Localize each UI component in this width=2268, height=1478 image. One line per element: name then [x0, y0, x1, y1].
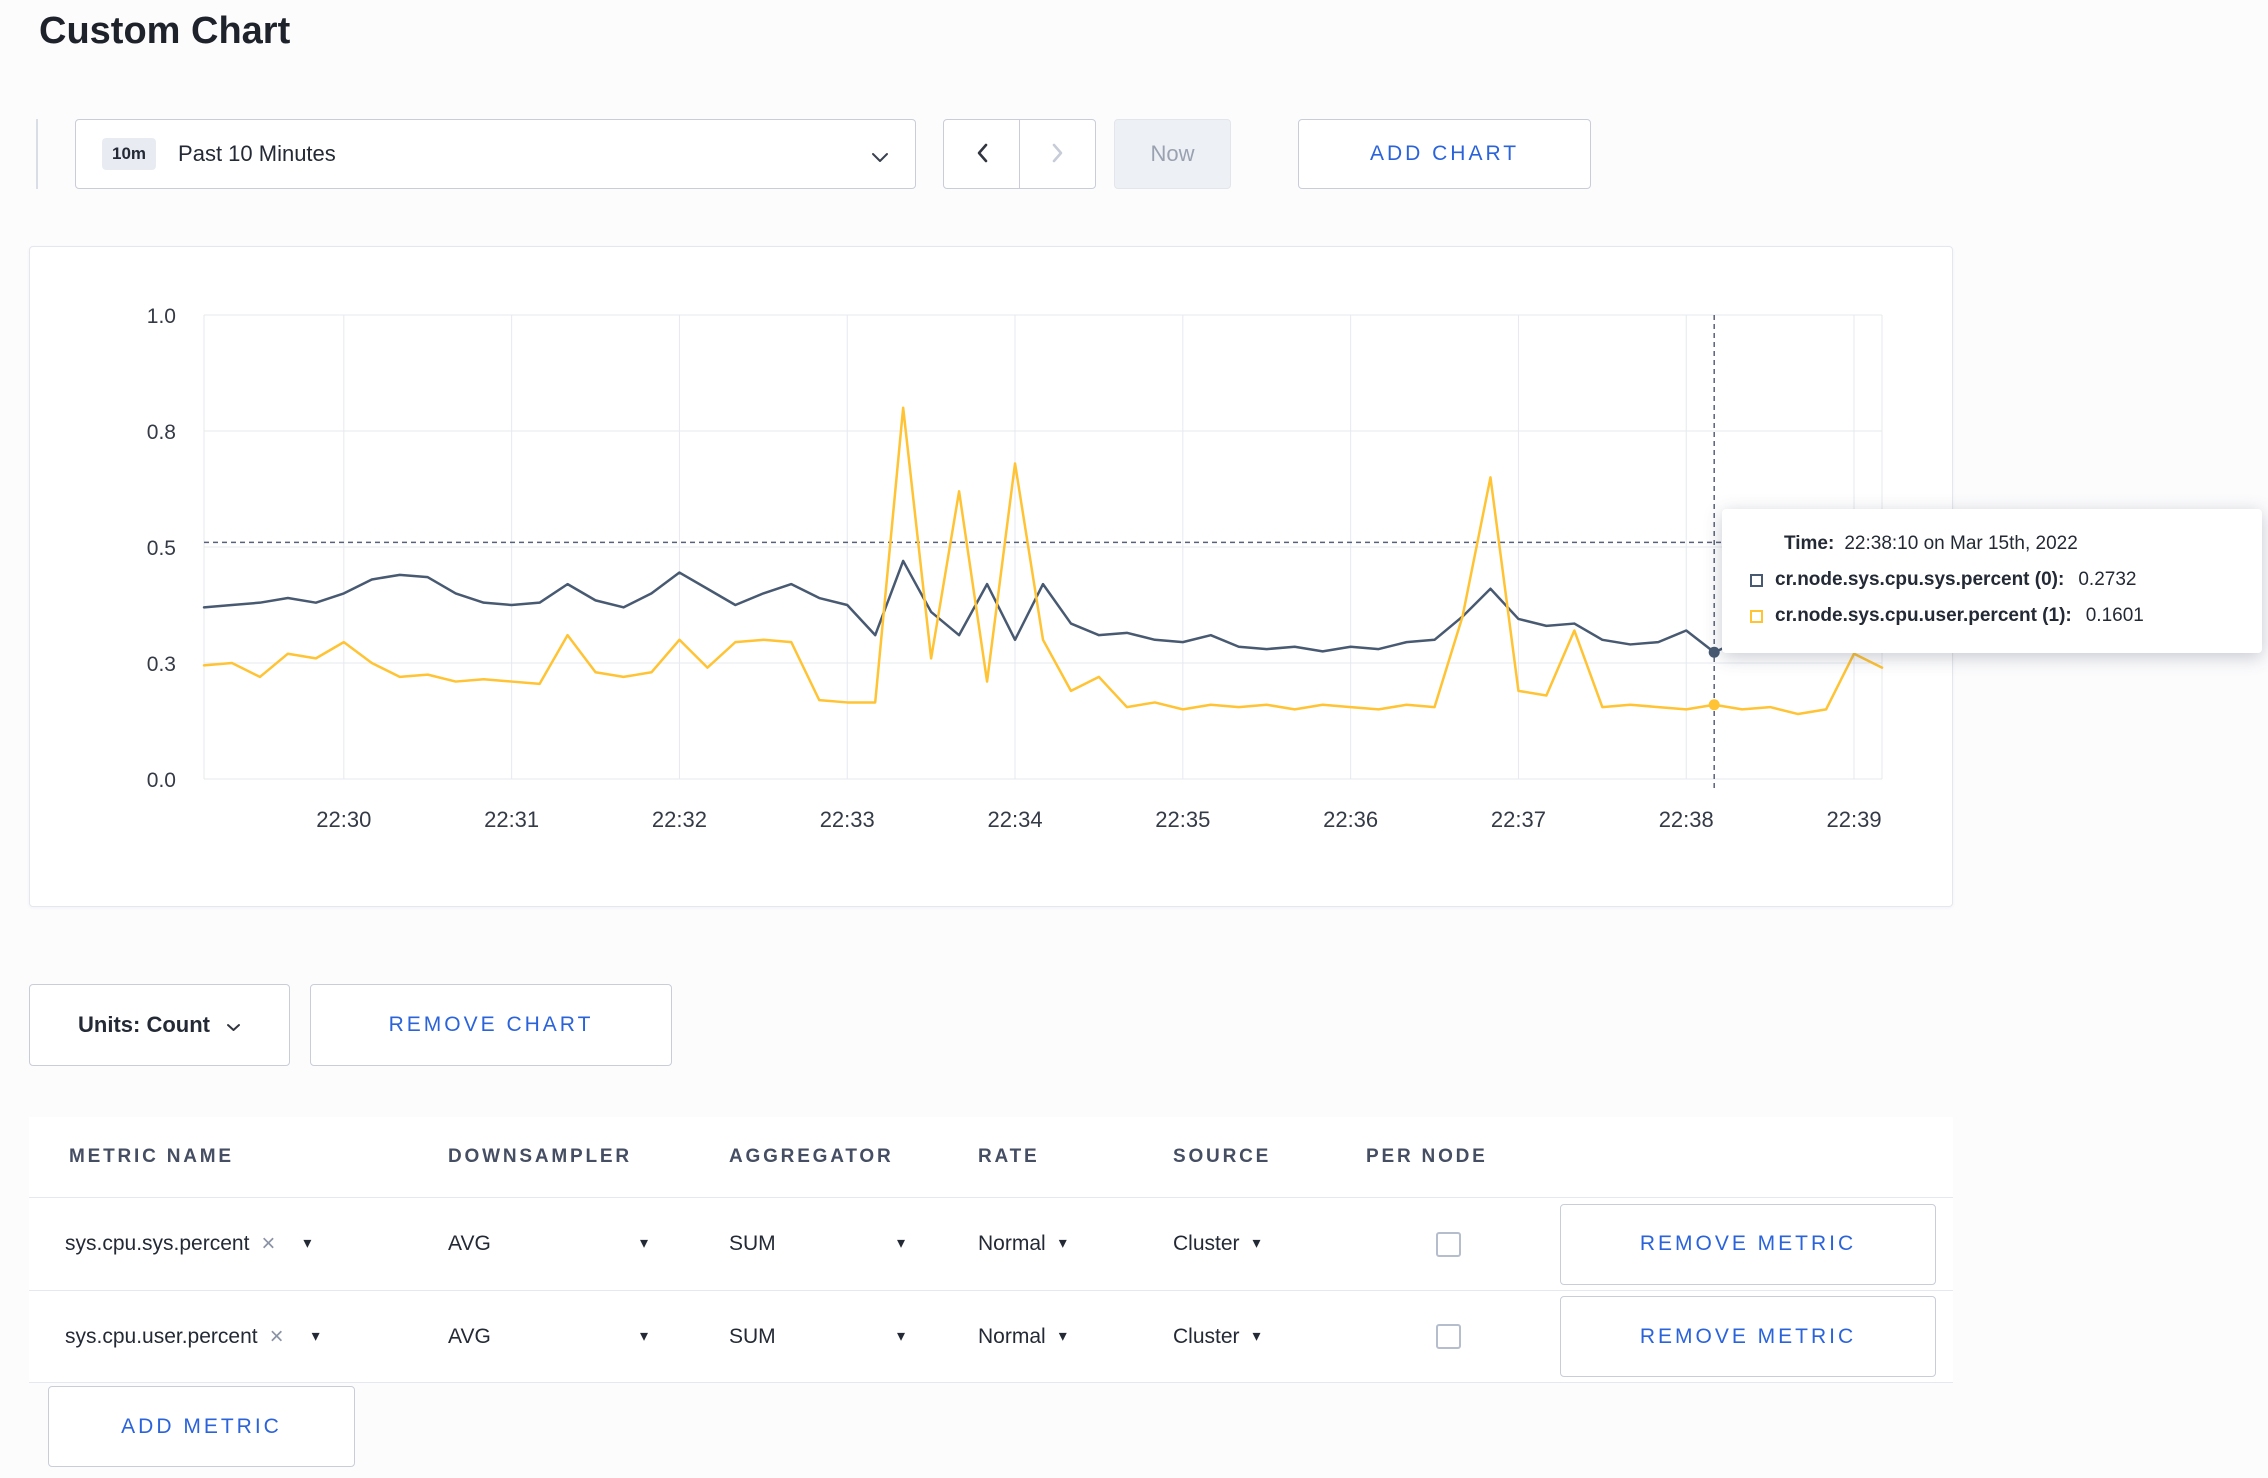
- caret-down-icon: ▾: [1252, 1327, 1261, 1345]
- chevron-down-icon: [871, 150, 889, 168]
- tooltip-time: Time: 22:38:10 on Mar 15th, 2022: [1750, 533, 2234, 555]
- per-node-checkbox[interactable]: [1436, 1231, 1461, 1257]
- caret-down-icon: ▾: [896, 1327, 905, 1345]
- header-per-node: PER NODE: [1366, 1146, 1488, 1167]
- add-metric-button[interactable]: ADD METRIC: [48, 1386, 355, 1467]
- caret-down-icon: ▾: [303, 1235, 312, 1252]
- metric-name-value: sys.cpu.user.percent: [65, 1324, 258, 1348]
- svg-text:22:35: 22:35: [1155, 807, 1210, 832]
- header-aggregator: AGGREGATOR: [729, 1146, 894, 1167]
- prev-time-button[interactable]: [943, 119, 1020, 189]
- time-range-select[interactable]: 10m Past 10 Minutes: [75, 119, 916, 189]
- source-select[interactable]: Cluster ▾: [1173, 1232, 1261, 1256]
- rate-select[interactable]: Normal ▾: [978, 1325, 1067, 1349]
- header-source: SOURCE: [1173, 1146, 1272, 1167]
- header-metric-name: METRIC NAME: [69, 1146, 234, 1167]
- tooltip-series-value: 0.1601: [2085, 605, 2144, 626]
- caret-down-icon: ▾: [1058, 1235, 1067, 1252]
- series-user-swatch-icon: [1750, 609, 1763, 623]
- svg-text:22:30: 22:30: [316, 807, 371, 832]
- tooltip-series-row: cr.node.sys.cpu.user.percent (1): 0.1601: [1750, 605, 2234, 627]
- chevron-left-icon: [975, 142, 989, 167]
- toolbar-divider: [36, 119, 38, 189]
- header-downsampler: DOWNSAMPLER: [448, 1146, 632, 1167]
- remove-metric-button[interactable]: REMOVE METRIC: [1560, 1296, 1936, 1377]
- remove-metric-button[interactable]: REMOVE METRIC: [1560, 1203, 1936, 1285]
- aggregator-value: SUM: [729, 1232, 776, 1255]
- now-button[interactable]: Now: [1114, 119, 1231, 189]
- metric-name-select[interactable]: sys.cpu.user.percent × ▾: [29, 1324, 448, 1349]
- downsampler-select[interactable]: AVG ▾: [448, 1232, 648, 1256]
- tooltip-time-value: 22:38:10 on Mar 15th, 2022: [1844, 533, 2078, 554]
- metric-name-select[interactable]: sys.cpu.sys.percent × ▾: [29, 1232, 448, 1256]
- rate-select[interactable]: Normal ▾: [978, 1232, 1067, 1256]
- metrics-table: METRIC NAME DOWNSAMPLER AGGREGATOR RATE …: [29, 1117, 1953, 1383]
- caret-down-icon: ▾: [639, 1235, 648, 1252]
- chart-plot[interactable]: 0.0 0.3 0.5 0.8 1.0 22:30 22:31 22:32 22:33 22:34…: [30, 247, 1954, 906]
- chart-card: 0.0 0.3 0.5 0.8 1.0 22:30 22:31 22:32 22:33 22:34…: [29, 246, 1953, 907]
- svg-text:0.5: 0.5: [147, 537, 176, 560]
- rate-value: Normal: [978, 1232, 1046, 1255]
- svg-text:22:32: 22:32: [652, 807, 707, 832]
- aggregator-select[interactable]: SUM ▾: [729, 1325, 905, 1349]
- caret-down-icon: ▾: [311, 1327, 320, 1345]
- time-pager: [943, 119, 1096, 189]
- source-value: Cluster: [1173, 1324, 1240, 1348]
- time-range-label: Past 10 Minutes: [178, 141, 336, 166]
- downsampler-select[interactable]: AVG ▾: [448, 1325, 648, 1349]
- units-select[interactable]: Units: Count: [29, 984, 290, 1066]
- svg-text:22:34: 22:34: [988, 807, 1043, 832]
- chevron-right-icon: [1051, 142, 1065, 167]
- tooltip-series-name: cr.node.sys.cpu.user.percent (1):: [1775, 605, 2072, 626]
- svg-text:1.0: 1.0: [147, 305, 176, 328]
- svg-text:0.0: 0.0: [147, 769, 176, 792]
- svg-text:0.3: 0.3: [147, 653, 176, 676]
- series-sys-swatch-icon: [1750, 573, 1763, 587]
- tooltip-series-value: 0.2732: [2078, 569, 2137, 590]
- aggregator-select[interactable]: SUM ▾: [729, 1232, 905, 1256]
- caret-down-icon: ▾: [1058, 1327, 1067, 1345]
- custom-chart-page: Custom Chart 10m Past 10 Minutes Now ADD…: [0, 0, 2268, 1478]
- svg-text:22:31: 22:31: [484, 807, 539, 832]
- caret-down-icon: ▾: [896, 1235, 905, 1252]
- caret-down-icon: ▾: [639, 1327, 648, 1345]
- chart-tooltip: Time: 22:38:10 on Mar 15th, 2022 cr.node.…: [1722, 509, 2262, 653]
- downsampler-value: AVG: [448, 1324, 491, 1348]
- chevron-down-icon: [226, 1012, 241, 1038]
- remove-chart-button[interactable]: REMOVE CHART: [310, 984, 672, 1066]
- close-icon[interactable]: ×: [261, 1232, 275, 1256]
- tooltip-time-label: Time:: [1784, 533, 1835, 554]
- caret-down-icon: ▾: [1252, 1235, 1261, 1252]
- add-chart-button[interactable]: ADD CHART: [1298, 119, 1591, 189]
- downsampler-value: AVG: [448, 1232, 491, 1255]
- time-range-badge: 10m: [102, 138, 157, 170]
- tooltip-series-row: cr.node.sys.cpu.sys.percent (0): 0.2732: [1750, 569, 2234, 591]
- svg-text:22:38: 22:38: [1659, 807, 1714, 832]
- header-rate: RATE: [978, 1146, 1040, 1167]
- metric-name-value: sys.cpu.sys.percent: [65, 1232, 250, 1255]
- page-title: Custom Chart: [39, 10, 291, 52]
- metric-row: sys.cpu.sys.percent × ▾ AVG ▾ SUM ▾ Normal…: [29, 1197, 1953, 1290]
- metrics-table-header: METRIC NAME DOWNSAMPLER AGGREGATOR RATE …: [29, 1117, 1953, 1197]
- close-icon[interactable]: ×: [270, 1324, 284, 1349]
- svg-text:22:37: 22:37: [1491, 807, 1546, 832]
- svg-text:0.8: 0.8: [147, 421, 176, 444]
- svg-text:22:36: 22:36: [1323, 807, 1378, 832]
- per-node-checkbox[interactable]: [1436, 1324, 1461, 1349]
- source-value: Cluster: [1173, 1232, 1240, 1255]
- rate-value: Normal: [978, 1324, 1046, 1348]
- metric-row: sys.cpu.user.percent × ▾ AVG ▾ SUM ▾ Norma…: [29, 1290, 1953, 1383]
- next-time-button[interactable]: [1019, 119, 1096, 189]
- units-label: Units: Count: [78, 1012, 210, 1037]
- tooltip-series-name: cr.node.sys.cpu.sys.percent (0):: [1775, 569, 2065, 590]
- svg-text:22:33: 22:33: [820, 807, 875, 832]
- aggregator-value: SUM: [729, 1324, 776, 1348]
- svg-text:22:39: 22:39: [1827, 807, 1882, 832]
- source-select[interactable]: Cluster ▾: [1173, 1325, 1261, 1349]
